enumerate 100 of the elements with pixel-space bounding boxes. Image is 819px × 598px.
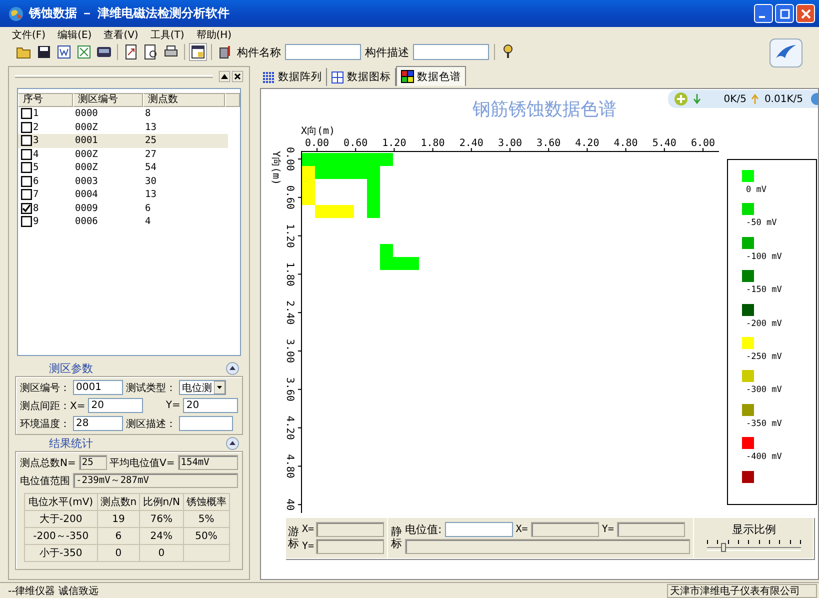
list-row[interactable]: 4 000Z 27 (18, 148, 228, 161)
spacing-x-field[interactable]: 20 (88, 398, 143, 413)
zone-id: 0009 (74, 202, 99, 214)
list-row[interactable]: 1 0000 8 (18, 107, 228, 120)
status-company: 天津市津维电子仪表有限公司 (667, 584, 817, 598)
checkbox[interactable] (21, 135, 32, 146)
menu-item[interactable]: 工具(T) (150, 28, 184, 42)
menu-item[interactable]: 帮助(H) (196, 28, 232, 42)
section-label: 游标 (288, 526, 299, 550)
checkbox[interactable] (21, 216, 32, 228)
axis-label: Y向(m) (270, 151, 281, 186)
test-type-dropdown[interactable]: 电位测 (179, 380, 226, 395)
field-label: 平均电位值V= (110, 456, 175, 470)
column-header[interactable]: 测区编号 (73, 93, 143, 107)
checkbox[interactable] (21, 108, 32, 120)
field-label: 构件描述 (365, 44, 409, 60)
field-label: 电位值范围 (20, 474, 70, 488)
document-icon[interactable] (56, 44, 72, 60)
section-label: 静标 (391, 526, 402, 550)
tick-label: 4.80 (614, 138, 638, 149)
window-title: 锈蚀数据 － 津维电磁法检测分析软件 (29, 5, 230, 22)
list-row[interactable]: 5 000Z 54 (18, 161, 228, 174)
tick-label: 0.00 (284, 146, 295, 172)
collapse-icon[interactable] (226, 362, 239, 374)
list-row[interactable]: 2 000Z 13 (18, 120, 228, 134)
status-text: --律维仪器 诚信致远 (8, 584, 98, 598)
menu-item[interactable]: 编辑(E) (58, 28, 92, 42)
menu-item[interactable]: 文件(F) (12, 28, 46, 42)
table-cell: -200～-350 (24, 528, 98, 544)
minimize-button[interactable] (754, 4, 773, 23)
down-arrow-icon (692, 94, 701, 104)
zone-id: 0004 (74, 189, 99, 200)
tick-label: 1.80 (420, 138, 445, 149)
component-name-field[interactable] (285, 44, 361, 60)
point-count: 4 (144, 216, 152, 228)
collapse-icon[interactable] (226, 436, 239, 450)
preview-icon[interactable] (143, 44, 159, 60)
tick-label: 4.20 (575, 138, 600, 149)
static-x-field (530, 522, 599, 537)
field-label: 测试类型： (126, 382, 176, 394)
temperature-field[interactable]: 28 (73, 416, 123, 431)
field-label: 环境温度： (20, 418, 70, 430)
dropdown-arrow-icon (214, 381, 225, 394)
table-header: 测点数n (97, 494, 140, 510)
column-header[interactable]: 序号 (18, 93, 73, 107)
table-cell: 6 (97, 528, 140, 544)
checkbox[interactable] (21, 148, 32, 160)
checkbox[interactable] (21, 189, 32, 200)
legend-label: -300 mV (745, 385, 783, 396)
minimize-icon (759, 16, 765, 18)
field-label: X= (516, 524, 528, 535)
zone-description-field[interactable] (179, 416, 233, 431)
spreadsheet-icon[interactable] (76, 44, 92, 60)
table-header: 比例n/N (140, 494, 184, 510)
point-count: 13 (144, 189, 158, 200)
layout-icon[interactable] (190, 44, 206, 60)
tab[interactable]: 数据色谱 (396, 66, 466, 86)
table-cell: 小于-350 (24, 544, 98, 562)
menu-item[interactable]: 查看(V) (104, 28, 138, 42)
point-count: 6 (144, 202, 152, 214)
maximize-button[interactable] (775, 4, 794, 23)
potential-value-field[interactable] (444, 522, 513, 537)
checkbox[interactable] (21, 202, 32, 214)
zone-id: 0006 (74, 216, 99, 228)
row-number: 3 (33, 135, 39, 146)
table-header: 锈蚀概率 (183, 494, 230, 510)
checkbox[interactable] (21, 176, 32, 187)
zone-id-field[interactable]: 0001 (73, 380, 123, 395)
close-icon[interactable] (232, 70, 243, 82)
list-row[interactable]: 8 0009 6 (18, 202, 228, 215)
close-button[interactable] (796, 4, 815, 23)
save-icon[interactable] (36, 44, 52, 60)
tiles-icon (331, 70, 344, 84)
checkbox[interactable] (21, 122, 32, 133)
scale-label: 显示比例 (732, 522, 776, 537)
scale-slider[interactable] (707, 540, 802, 554)
spacing-y-field[interactable]: 20 (183, 398, 238, 413)
zone-id: 0003 (74, 176, 99, 187)
zone-id: 000Z (74, 162, 99, 174)
slider-thumb[interactable] (721, 543, 726, 552)
tick-label: 3.60 (536, 138, 561, 149)
export-icon[interactable] (123, 44, 139, 60)
column-header[interactable]: 测点数 (143, 93, 225, 107)
collapse-up-icon[interactable] (219, 70, 230, 82)
list-row[interactable]: 3 0001 25 (18, 134, 228, 148)
tick-label: 1.20 (284, 224, 295, 248)
point-count: 30 (144, 176, 158, 187)
point-count: 27 (144, 148, 158, 160)
list-row[interactable]: 6 0003 30 (18, 174, 228, 188)
field-label: Y= (602, 524, 614, 535)
table-cell: 0 (140, 544, 184, 562)
table-cell (183, 544, 230, 562)
list-row[interactable]: 9 0006 4 (18, 215, 228, 228)
table-cell: 50% (183, 528, 230, 544)
list-row[interactable]: 7 0004 13 (18, 188, 228, 202)
component-description-field[interactable] (413, 44, 489, 60)
tick-label: 1.80 (284, 262, 295, 286)
checkbox[interactable] (21, 162, 32, 174)
logo-icon (769, 38, 803, 68)
download-speed: 0K/5 (724, 94, 746, 104)
